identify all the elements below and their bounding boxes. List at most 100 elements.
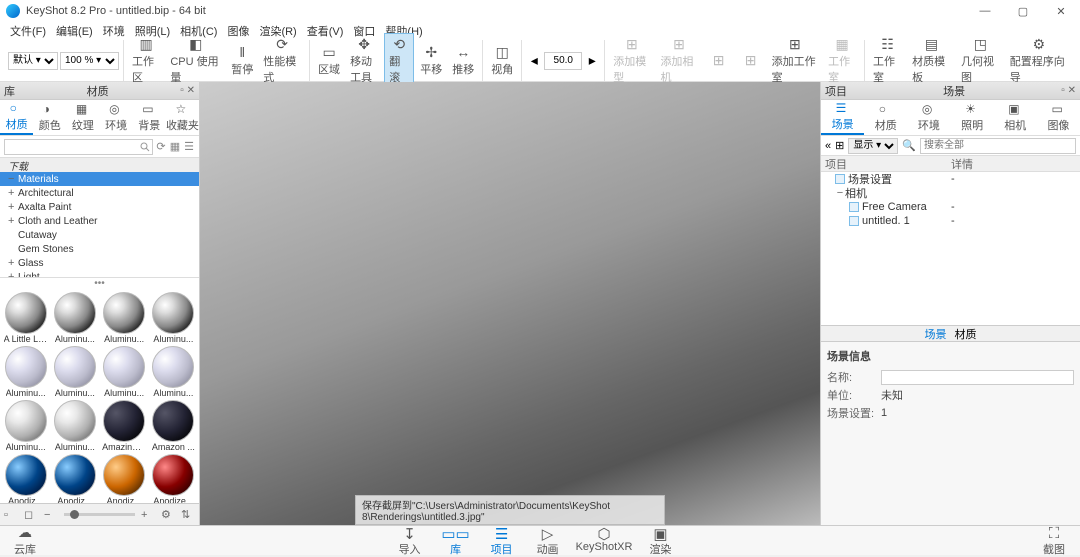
tree-item[interactable]: −Materials xyxy=(0,172,199,186)
list-icon[interactable]: ☰ xyxy=(183,140,195,153)
menu-item[interactable]: 编辑(E) xyxy=(52,23,97,39)
menu-item[interactable]: 文件(F) xyxy=(6,23,50,39)
minimize-button[interactable]: — xyxy=(966,0,1004,22)
scene-tree-row[interactable]: −相机 xyxy=(821,186,1080,200)
tree-item[interactable]: +Axalta Paint xyxy=(0,200,199,214)
material-thumb[interactable]: A Little Li... xyxy=(2,292,49,344)
project-tab[interactable]: ○材质 xyxy=(864,100,907,135)
material-thumb[interactable]: Amazing ... xyxy=(101,400,148,452)
thumb-size-slider[interactable] xyxy=(64,513,135,516)
zoom-select[interactable]: 100 % ▾ xyxy=(60,52,119,70)
material-thumb[interactable]: Aluminu... xyxy=(150,292,197,344)
toolbar-button: ⊞添加模型 xyxy=(609,34,654,87)
material-thumb[interactable]: Aluminu... xyxy=(51,400,98,452)
toolbar-button[interactable]: ⟳性能模式 xyxy=(259,34,305,87)
library-tab[interactable]: ◑颜色 xyxy=(33,100,66,135)
toolbar-button[interactable]: ✥移动工具 xyxy=(346,34,382,87)
show-select[interactable]: 显示 ▾ xyxy=(848,138,898,154)
material-thumb[interactable]: Aluminu... xyxy=(101,346,148,398)
scene-search-input[interactable] xyxy=(920,138,1076,154)
view-small-icon[interactable]: ▫ xyxy=(4,509,18,521)
toolbar-button[interactable]: ▤材质模板 xyxy=(908,34,955,87)
workspace-select[interactable]: 默认 ▾ xyxy=(8,52,58,70)
library-search-input[interactable] xyxy=(4,139,153,155)
refresh-icon[interactable]: ⟳ xyxy=(155,140,167,153)
project-panel: 项目 场景 ▫ ✕ ☰场景○材质◎环境☀照明▣相机▭图像 « ⊞ 显示 ▾ 🔍 … xyxy=(820,82,1080,525)
material-thumb[interactable]: Anodiz... xyxy=(51,454,98,503)
view-large-icon[interactable]: ◻ xyxy=(24,508,38,521)
toolbar-button[interactable]: ⟲翻滚 xyxy=(384,33,414,88)
library-tab[interactable]: ☆收藏夹 xyxy=(166,100,199,135)
bottom-tab[interactable]: ▭▭库 xyxy=(438,525,474,557)
toolbar-button[interactable]: ▭区域 xyxy=(314,42,344,79)
fov-prev-icon[interactable]: ◂ xyxy=(526,53,542,69)
tree-item[interactable]: +Cloth and Leather xyxy=(0,214,199,228)
toolbar-button[interactable]: ✢平移 xyxy=(416,42,446,79)
toolbar-button[interactable]: ‖暂停 xyxy=(227,42,257,79)
toolbar-button[interactable]: ⊞添加工作室 xyxy=(768,34,823,87)
filter-icon[interactable]: ⚙ xyxy=(161,508,175,521)
subtab-material[interactable]: 材质 xyxy=(955,326,977,342)
expand-icon[interactable]: ⊞ xyxy=(835,139,844,152)
material-thumb[interactable]: Anodiz... xyxy=(2,454,49,503)
breadcrumb-dots[interactable]: ••• xyxy=(0,278,199,290)
scene-tree-row[interactable]: 场景设置- xyxy=(821,172,1080,186)
menu-item[interactable]: 查看(V) xyxy=(303,23,348,39)
toolbar-button[interactable]: ◧CPU 使用量 xyxy=(166,34,225,87)
cloud-icon[interactable]: ☁ xyxy=(18,524,32,541)
close-button[interactable]: ✕ xyxy=(1042,0,1080,22)
tree-item[interactable]: Cutaway xyxy=(0,228,199,242)
viewport[interactable]: 保存截屏到"C:\Users\Administrator\Documents\K… xyxy=(200,82,820,525)
bottom-tab[interactable]: ▣渲染 xyxy=(642,525,678,557)
material-thumb[interactable]: Aluminu... xyxy=(51,292,98,344)
fov-next-icon[interactable]: ▸ xyxy=(584,53,600,69)
project-tab[interactable]: ◎环境 xyxy=(907,100,950,135)
material-thumb[interactable]: Anodize... xyxy=(150,454,197,503)
library-tab[interactable]: ◎环境 xyxy=(100,100,133,135)
fov-input[interactable] xyxy=(544,52,582,70)
material-thumb[interactable]: Aluminu... xyxy=(101,292,148,344)
project-tab[interactable]: ▣相机 xyxy=(994,100,1037,135)
toolbar-button[interactable]: ☷工作室 xyxy=(869,34,906,87)
sort-icon[interactable]: ⇅ xyxy=(181,508,195,521)
project-tab[interactable]: ☀照明 xyxy=(951,100,994,135)
library-tab[interactable]: ▭背景 xyxy=(133,100,166,135)
grid-icon[interactable]: ▦ xyxy=(169,140,181,153)
scene-tree-row[interactable]: Free Camera- xyxy=(821,200,1080,214)
tree-item[interactable]: Gem Stones xyxy=(0,242,199,256)
material-thumb[interactable]: Anodiz... xyxy=(101,454,148,503)
project-tab[interactable]: ▭图像 xyxy=(1037,100,1080,135)
tree-item[interactable]: +Glass xyxy=(0,256,199,270)
material-thumb[interactable]: Aluminu... xyxy=(51,346,98,398)
scene-tree-row[interactable]: untitled. 1- xyxy=(821,214,1080,228)
toolbar-button[interactable]: ⚙配置程序向导 xyxy=(1006,34,1072,87)
bottom-tab[interactable]: ☰项目 xyxy=(484,525,520,557)
menu-item[interactable]: 图像 xyxy=(223,23,253,39)
toolbar-button[interactable]: ◳几何视图 xyxy=(957,34,1004,87)
toolbar-button[interactable]: ▥工作区 xyxy=(128,34,164,87)
bottom-tab[interactable]: ↧导入 xyxy=(392,525,428,557)
material-thumb[interactable]: Aluminu... xyxy=(2,400,49,452)
subtab-scene[interactable]: 场景 xyxy=(925,326,947,342)
panel-menu-icon[interactable]: ▫ ✕ xyxy=(180,85,195,96)
menu-item[interactable]: 环境 xyxy=(99,23,129,39)
material-thumb[interactable]: Aluminu... xyxy=(150,346,197,398)
toolbar-button[interactable]: ↔推移 xyxy=(448,42,478,79)
collapse-icon[interactable]: « xyxy=(825,140,831,152)
material-thumb[interactable]: Aluminu... xyxy=(2,346,49,398)
bottom-tab[interactable]: ▷动画 xyxy=(530,525,566,557)
library-tab[interactable]: ○材质 xyxy=(0,100,33,135)
project-tab[interactable]: ☰场景 xyxy=(821,100,864,135)
screenshot-button[interactable]: ⛶ 截图 xyxy=(1036,525,1072,557)
toolbar-button[interactable]: ◫视角 xyxy=(487,42,517,79)
panel-menu-icon[interactable]: ▫ ✕ xyxy=(1061,85,1076,96)
tree-item[interactable]: +Light xyxy=(0,270,199,278)
maximize-button[interactable]: ▢ xyxy=(1004,0,1042,22)
material-thumb[interactable]: Amazon ... xyxy=(150,400,197,452)
tree-item[interactable]: +Architectural xyxy=(0,186,199,200)
scene-name-input[interactable] xyxy=(881,370,1074,385)
zoom-in-icon[interactable]: + xyxy=(141,509,155,521)
zoom-out-icon[interactable]: − xyxy=(44,509,58,521)
bottom-tab[interactable]: ⬡KeyShotXR xyxy=(576,525,633,557)
library-tab[interactable]: ▦纹理 xyxy=(66,100,99,135)
